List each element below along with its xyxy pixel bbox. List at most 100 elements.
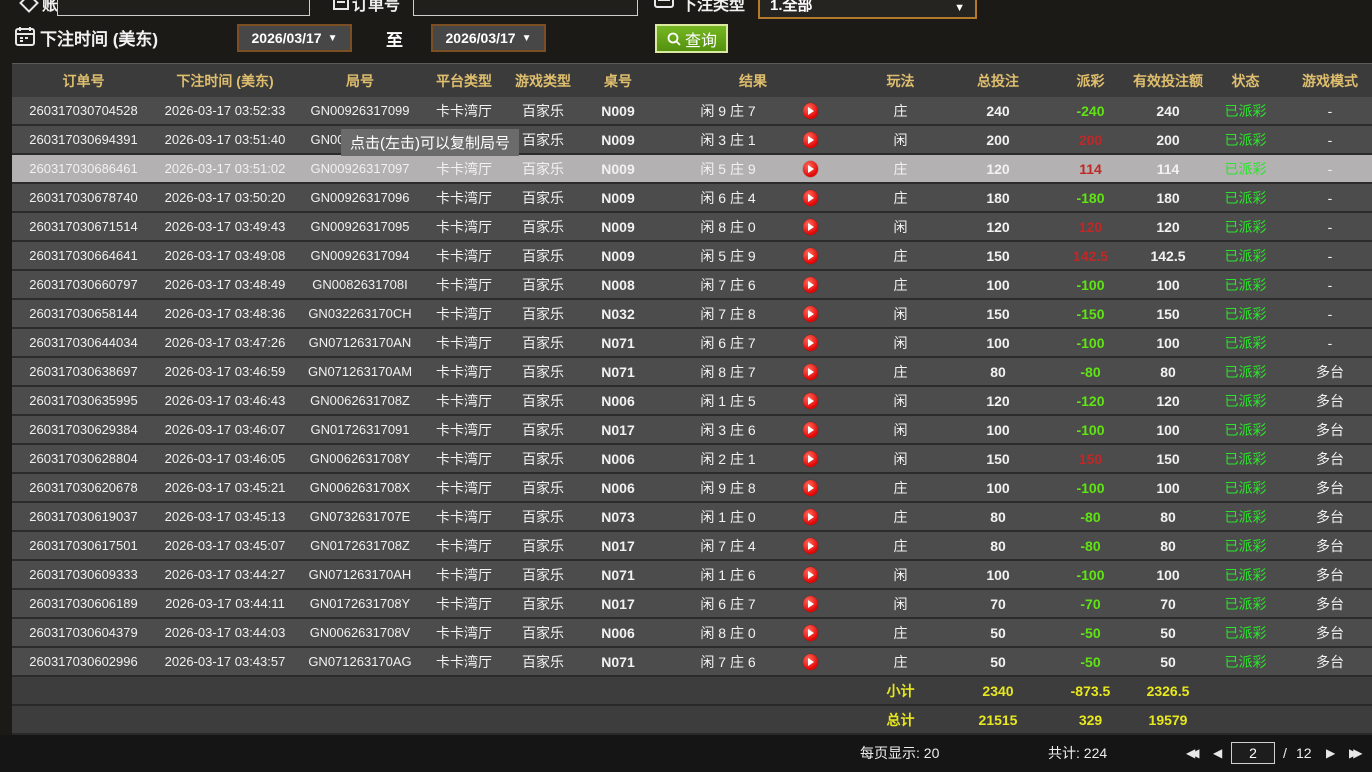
table-row[interactable]: 2603170306093332026-03-17 03:44:27GN0712…: [12, 561, 1372, 590]
game-id-cell[interactable]: GN0062631708X: [295, 480, 425, 495]
first-page-icon[interactable]: ◀◀: [1186, 735, 1194, 772]
table-row[interactable]: 2603170306206782026-03-17 03:45:21GN0062…: [12, 474, 1372, 503]
play-video-icon[interactable]: [803, 509, 818, 525]
betting-records-screen: 账号 订单号 下注类型 1.全部 ▼ 下注时间 (美东) 2026/03/17 …: [0, 0, 1372, 772]
table-row[interactable]: 2603170306787402026-03-17 03:50:20GN0092…: [12, 184, 1372, 213]
play-video-icon[interactable]: [803, 364, 818, 380]
order-cell: 260317030638697: [12, 364, 155, 379]
play-video-icon[interactable]: [803, 596, 818, 612]
table-row[interactable]: 2603170306029962026-03-17 03:43:57GN0712…: [12, 648, 1372, 677]
status-cell: 已派彩: [1203, 130, 1288, 150]
play-video-icon[interactable]: [803, 248, 818, 264]
game-id-cell[interactable]: GN00926317094: [295, 248, 425, 263]
table-row[interactable]: 2603170306293842026-03-17 03:46:07GN0172…: [12, 416, 1372, 445]
table-row[interactable]: 2603170306864612026-03-17 03:51:02GN0092…: [12, 155, 1372, 184]
play-video-icon[interactable]: [803, 480, 818, 496]
table-row[interactable]: 2603170306440342026-03-17 03:47:26GN0712…: [12, 329, 1372, 358]
play-video-icon[interactable]: [803, 103, 818, 119]
date-to-picker[interactable]: 2026/03/17 ▼: [431, 24, 546, 52]
game-id-cell[interactable]: GN0732631707E: [295, 509, 425, 524]
total-bet-cell: 100: [948, 335, 1048, 351]
game-id-cell[interactable]: GN0172631708Y: [295, 596, 425, 611]
table-row[interactable]: 2603170306061892026-03-17 03:44:11GN0172…: [12, 590, 1372, 619]
game-id-cell[interactable]: GN0062631708Z: [295, 393, 425, 408]
game-id-cell[interactable]: GN071263170AN: [295, 335, 425, 350]
play-video-icon[interactable]: [803, 538, 818, 554]
play-video-icon[interactable]: [803, 451, 818, 467]
status-cell: 已派彩: [1203, 391, 1288, 411]
order-cell: 260317030704528: [12, 103, 155, 118]
play-video-icon[interactable]: [803, 190, 818, 206]
col-table-no: 桌号: [583, 71, 653, 91]
table-row[interactable]: 2603170306715142026-03-17 03:49:43GN0092…: [12, 213, 1372, 242]
play-video-icon[interactable]: [803, 625, 818, 641]
game-id-cell[interactable]: GN032263170CH: [295, 306, 425, 321]
table-row[interactable]: 2603170306190372026-03-17 03:45:13GN0732…: [12, 503, 1372, 532]
order-input[interactable]: [413, 0, 638, 16]
game-id-cell[interactable]: GN0082631708I: [295, 277, 425, 292]
bet-side-cell: 闲: [853, 391, 948, 411]
play-video-icon[interactable]: [803, 277, 818, 293]
bet-side-cell: 庄: [853, 507, 948, 527]
game-id-cell[interactable]: GN071263170AH: [295, 567, 425, 582]
play-video-icon[interactable]: [803, 306, 818, 322]
play-video-icon[interactable]: [803, 219, 818, 235]
game-type-cell: 百家乐: [503, 449, 583, 469]
bet-side-cell: 庄: [853, 159, 948, 179]
platform-cell: 卡卡湾厅: [425, 652, 503, 672]
last-page-icon[interactable]: ▶▶: [1349, 735, 1357, 772]
play-video-icon[interactable]: [803, 567, 818, 583]
result-text: 闲 1 庄 0: [653, 507, 803, 527]
table-row[interactable]: 2603170306581442026-03-17 03:48:36GN0322…: [12, 300, 1372, 329]
to-label: 至: [386, 26, 403, 51]
bet-time-cell: 2026-03-17 03:44:03: [155, 625, 295, 640]
play-video-icon[interactable]: [803, 132, 818, 148]
game-id-cell[interactable]: GN0172631708Z: [295, 538, 425, 553]
game-id-cell[interactable]: GN071263170AM: [295, 364, 425, 379]
table-row[interactable]: 2603170306607972026-03-17 03:48:49GN0082…: [12, 271, 1372, 300]
game-id-cell[interactable]: GN00926317099: [295, 103, 425, 118]
next-page-icon[interactable]: ▶: [1326, 735, 1335, 772]
table-row[interactable]: 2603170306943912026-03-17 03:51:40GN0092…: [12, 126, 1372, 155]
order-form-icon: [333, 0, 349, 10]
game-id-cell[interactable]: GN0062631708Y: [295, 451, 425, 466]
play-video-icon[interactable]: [803, 393, 818, 409]
play-video-icon[interactable]: [803, 335, 818, 351]
table-row[interactable]: 2603170306359952026-03-17 03:46:43GN0062…: [12, 387, 1372, 416]
platform-cell: 卡卡湾厅: [425, 565, 503, 585]
game-id-cell[interactable]: GN00926317096: [295, 190, 425, 205]
game-id-cell[interactable]: GN0062631708V: [295, 625, 425, 640]
play-video-icon[interactable]: [803, 654, 818, 670]
account-input[interactable]: [57, 0, 310, 16]
table-row[interactable]: 2603170306646412026-03-17 03:49:08GN0092…: [12, 242, 1372, 271]
platform-cell: 卡卡湾厅: [425, 536, 503, 556]
table-row[interactable]: 2603170306175012026-03-17 03:45:07GN0172…: [12, 532, 1372, 561]
col-play: 玩法: [853, 71, 948, 91]
valid-bet-cell: 80: [1133, 364, 1203, 380]
valid-bet-cell: 100: [1133, 335, 1203, 351]
game-id-cell[interactable]: GN00926317097: [295, 161, 425, 176]
order-cell: 260317030635995: [12, 393, 155, 408]
game-mode-cell: 多台: [1288, 478, 1372, 498]
table-row[interactable]: 2603170306386972026-03-17 03:46:59GN0712…: [12, 358, 1372, 387]
date-from-picker[interactable]: 2026/03/17 ▼: [237, 24, 352, 52]
table-row[interactable]: 2603170306288042026-03-17 03:46:05GN0062…: [12, 445, 1372, 474]
bet-time-cell: 2026-03-17 03:47:26: [155, 335, 295, 350]
play-video-icon[interactable]: [803, 161, 818, 177]
bet-type-select[interactable]: 1.全部 ▼: [758, 0, 977, 19]
game-type-cell: 百家乐: [503, 594, 583, 614]
game-id-cell[interactable]: GN071263170AG: [295, 654, 425, 669]
table-row[interactable]: 2603170306043792026-03-17 03:44:03GN0062…: [12, 619, 1372, 648]
page-number-input[interactable]: [1231, 742, 1275, 764]
game-id-cell[interactable]: GN00926317095: [295, 219, 425, 234]
table-row[interactable]: 2603170307045282026-03-17 03:52:33GN0092…: [12, 97, 1372, 126]
play-video-icon[interactable]: [803, 422, 818, 438]
platform-cell: 卡卡湾厅: [425, 304, 503, 324]
platform-cell: 卡卡湾厅: [425, 507, 503, 527]
prev-page-icon[interactable]: ◀: [1213, 735, 1222, 772]
game-id-cell[interactable]: GN01726317091: [295, 422, 425, 437]
game-type-cell: 百家乐: [503, 565, 583, 585]
search-button[interactable]: 查询: [655, 24, 728, 53]
calendar-icon: [15, 26, 35, 46]
game-type-cell: 百家乐: [503, 275, 583, 295]
